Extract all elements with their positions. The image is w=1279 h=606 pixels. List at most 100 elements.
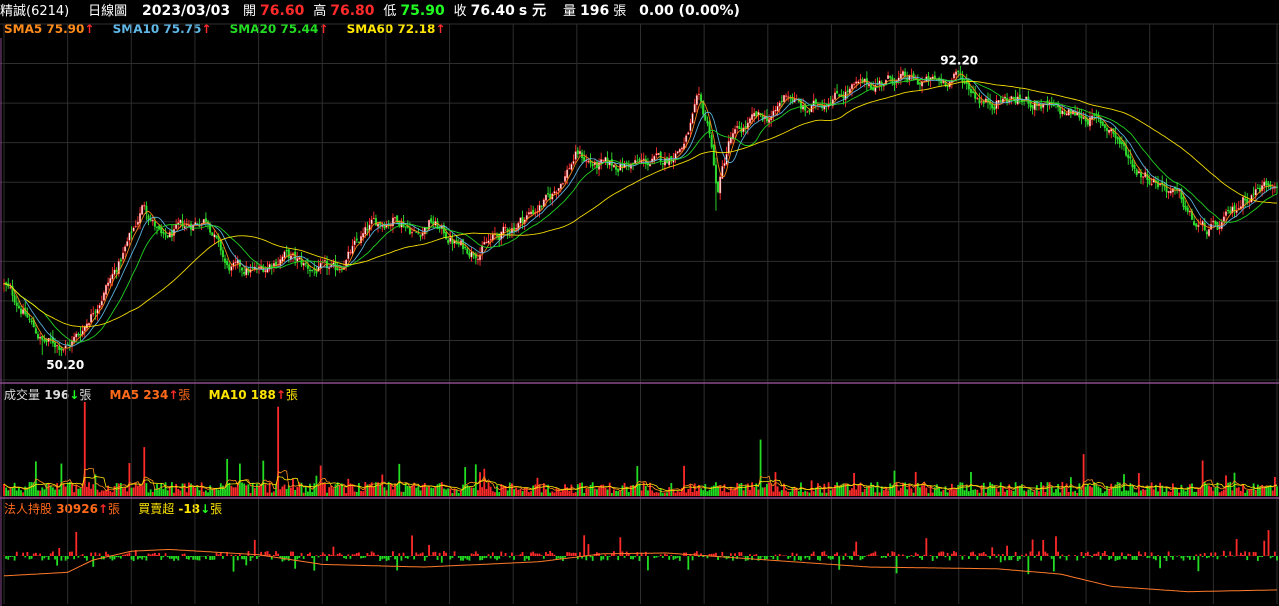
volume-bar — [194, 487, 197, 496]
candle-body — [521, 217, 524, 223]
volume-bar — [564, 484, 566, 496]
candle-body — [124, 246, 127, 252]
volume-bar — [766, 483, 768, 496]
net-buy-bar — [574, 552, 577, 556]
net-buy-bar — [987, 556, 989, 557]
volume-bar — [863, 489, 866, 496]
net-buy-bar — [400, 556, 403, 561]
candle-body — [196, 223, 199, 225]
candle-body — [744, 125, 747, 129]
candle-body — [230, 266, 233, 271]
stock-chart[interactable]: 92.20 50.20 — [0, 0, 1279, 606]
net-buy-bar — [296, 556, 299, 560]
volume-bar — [1050, 486, 1053, 496]
net-buy-bar — [1093, 553, 1096, 556]
candle-body — [340, 268, 343, 271]
volume-bar — [1212, 490, 1215, 496]
volume-bar — [1225, 475, 1227, 496]
net-buy-bar — [836, 552, 838, 556]
net-buy-bar — [457, 556, 460, 558]
net-buy-bar — [41, 556, 44, 561]
net-buy-bar — [139, 556, 141, 559]
volume-bar — [400, 491, 403, 496]
candle-body — [54, 342, 57, 348]
volume-bar — [1193, 491, 1196, 496]
volume-bar — [1222, 489, 1225, 496]
net-buy-bar — [255, 556, 258, 559]
net-buy-bar — [115, 556, 118, 558]
volume-bar — [772, 491, 775, 496]
volume-bar — [919, 487, 921, 496]
net-buy-bar — [1208, 556, 1210, 558]
net-buy-bar — [672, 556, 675, 560]
volume-bar — [1101, 493, 1104, 496]
candle-body — [557, 187, 560, 191]
net-buy-bar — [1108, 556, 1111, 560]
volume-bar — [411, 485, 413, 496]
volume-bar — [1176, 488, 1179, 496]
candle-body — [755, 111, 758, 117]
candle-body — [776, 105, 779, 112]
net-buy-bar — [443, 551, 445, 556]
net-buy-bar — [551, 552, 554, 556]
volume-bar — [617, 491, 620, 496]
volume-bar — [338, 485, 341, 496]
candle-body — [1252, 193, 1255, 195]
net-buy-bar — [1186, 556, 1189, 558]
volume-bar — [124, 486, 127, 496]
candle-body — [753, 112, 756, 117]
volume-bar — [789, 491, 792, 496]
volume-bar — [887, 490, 889, 496]
volume-bar — [576, 484, 579, 496]
volume-bar — [702, 490, 705, 496]
candle-body — [1148, 178, 1151, 184]
net-buy-bar — [406, 556, 409, 559]
net-buy-bar — [436, 556, 439, 561]
net-buy-bar — [83, 556, 86, 558]
volume-bar — [449, 488, 452, 496]
net-buy-bar — [1089, 555, 1091, 556]
volume-bar — [1027, 489, 1030, 496]
volume-bar — [842, 483, 845, 496]
volume-bar — [1001, 486, 1004, 496]
net-buy-bar — [785, 555, 787, 556]
volume-bar — [5, 487, 8, 496]
candle-body — [470, 251, 473, 258]
candle-body — [857, 81, 860, 84]
net-buy-bar — [1242, 554, 1244, 556]
volume-bar — [583, 492, 586, 496]
net-buy-bar — [921, 556, 923, 560]
net-buy-bar — [489, 556, 492, 559]
volume-bar — [464, 467, 467, 496]
candle-body — [612, 164, 615, 168]
volume-bar — [77, 488, 80, 496]
volume-bar — [729, 486, 732, 496]
net-buy-bar — [557, 556, 560, 559]
volume-bar — [88, 482, 90, 496]
net-buy-bar — [1261, 556, 1264, 558]
net-buy-bar — [698, 556, 700, 557]
net-buy-bar — [147, 553, 150, 556]
volume-bar — [241, 482, 243, 496]
volume-bar — [978, 492, 981, 496]
net-buy-bar — [831, 556, 834, 560]
volume-bar — [1072, 491, 1074, 496]
volume-bar — [572, 493, 575, 496]
net-buy-bar — [215, 552, 218, 556]
net-buy-bar — [277, 553, 280, 556]
volume-bar — [931, 492, 934, 496]
candle-body — [676, 151, 679, 154]
net-buy-bar — [772, 556, 775, 560]
volume-bar — [683, 465, 685, 496]
candle-body — [296, 258, 299, 262]
net-buy-bar — [158, 552, 161, 556]
candle-body — [636, 160, 639, 163]
net-buy-bar — [302, 556, 305, 559]
candle-body — [833, 92, 836, 100]
candle-body — [774, 109, 777, 112]
volume-bar — [882, 490, 885, 496]
volume-bar — [228, 482, 231, 496]
candle-body — [1131, 160, 1134, 168]
volume-bar — [156, 484, 158, 496]
net-buy-bar — [1033, 556, 1036, 558]
